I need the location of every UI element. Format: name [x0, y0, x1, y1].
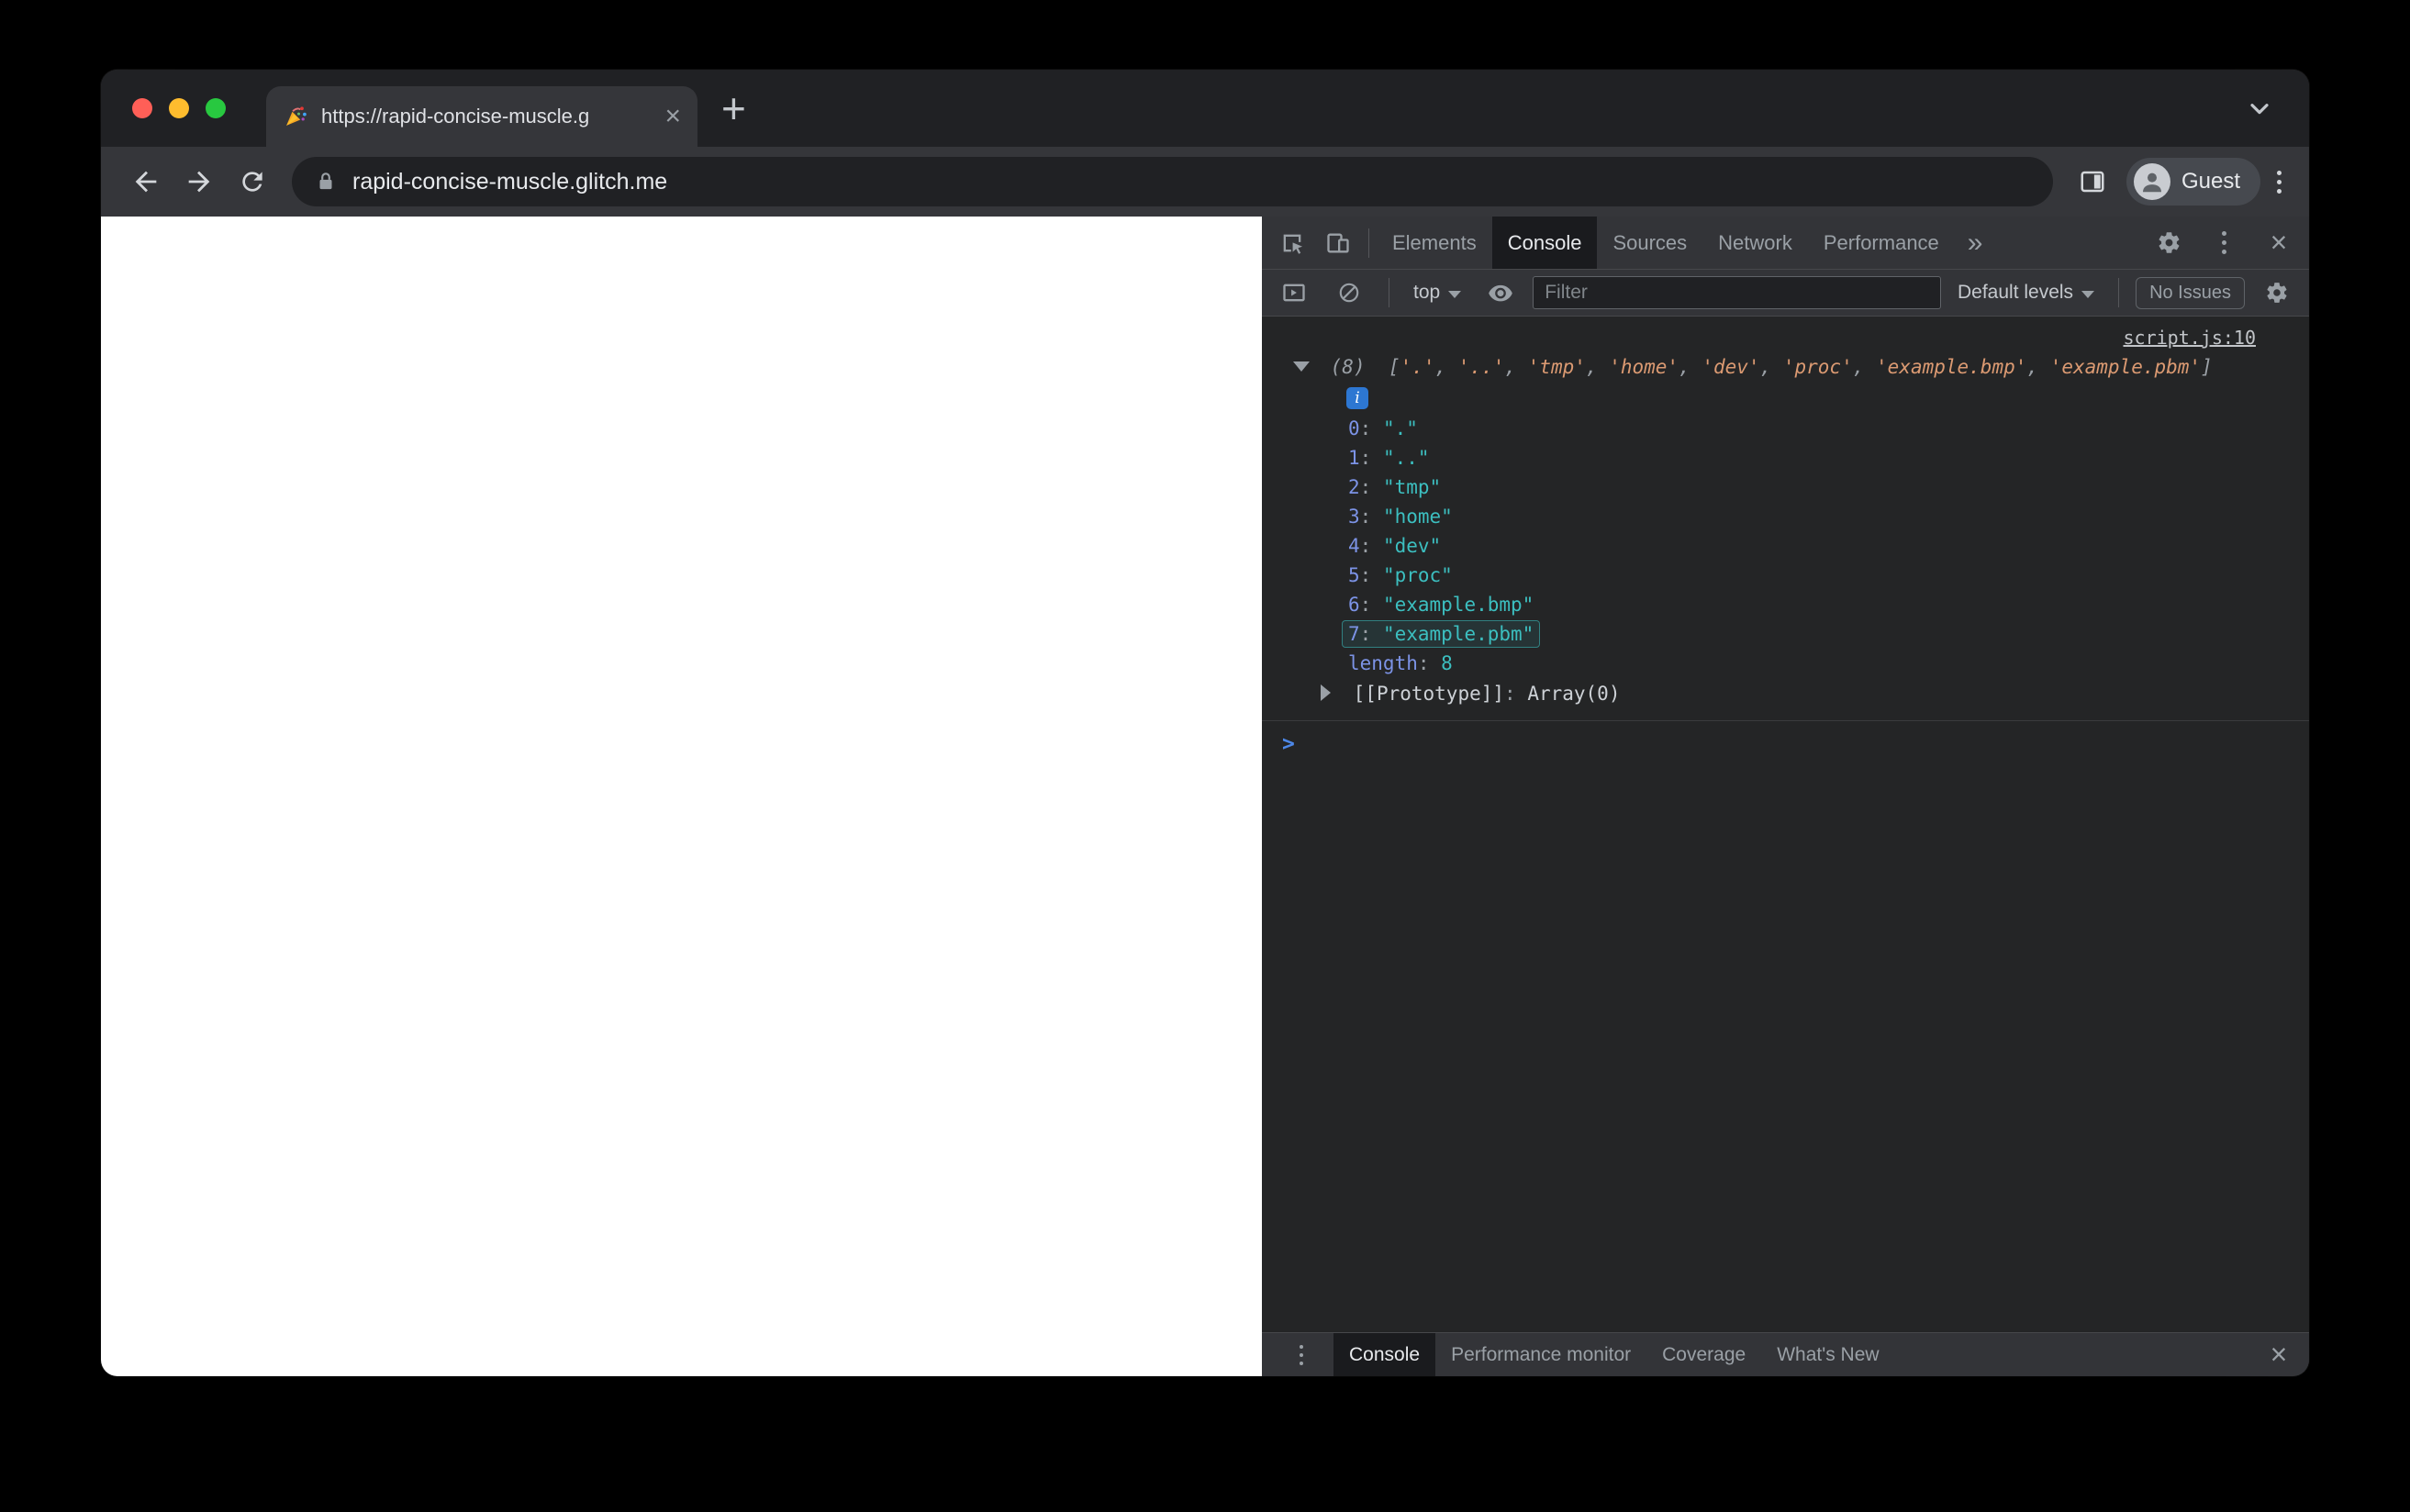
window-zoom-button[interactable]	[206, 98, 226, 118]
page-content	[101, 217, 1262, 1376]
browser-menu-button[interactable]	[2268, 170, 2291, 194]
context-selector[interactable]: top	[1406, 282, 1468, 304]
address-bar[interactable]: rapid-concise-muscle.glitch.me	[292, 157, 2053, 206]
source-link-row: script.js:10	[1262, 324, 2309, 351]
array-preview-row: (8) ['.', '..', 'tmp', 'home', 'dev', 'p…	[1262, 351, 2309, 383]
separator	[2118, 278, 2120, 307]
separator	[1368, 228, 1369, 258]
avatar	[2133, 163, 2170, 200]
more-tabs-button[interactable]: »	[1955, 228, 1996, 259]
length-key: length	[1348, 652, 1418, 674]
array-entry-row: 0: "."	[1348, 417, 1418, 439]
drawer-tab-whats-new[interactable]: What's New	[1761, 1333, 1894, 1376]
chevron-down-icon	[1448, 291, 1462, 298]
info-icon: i	[1346, 387, 1368, 409]
array-preview-items: '.', '..', 'tmp', 'home', 'dev', 'proc',…	[1400, 356, 2202, 378]
prototype-row: [[Prototype]]: Array(0)	[1262, 678, 2309, 709]
array-count: (8)	[1330, 356, 1366, 378]
console-output: script.js:10 (8) ['.', '..', 'tmp', 'hom…	[1262, 317, 2309, 1332]
devtools-settings-button[interactable]	[2146, 222, 2192, 264]
drawer-tab-console[interactable]: Console	[1333, 1333, 1436, 1376]
browser-toolbar: rapid-concise-muscle.glitch.me Guest	[101, 147, 2309, 217]
drawer-close-button[interactable]: ×	[2256, 1334, 2302, 1376]
devtools-menu-button[interactable]	[2192, 222, 2256, 264]
length-value: 8	[1441, 652, 1453, 674]
levels-label: Default levels	[1958, 282, 2074, 303]
devtools-close-button[interactable]: ×	[2256, 222, 2302, 264]
array-entry-row: 6: "example.bmp"	[1348, 594, 1534, 616]
bracket-close: ]	[2201, 356, 2213, 378]
browser-tab[interactable]: https://rapid-concise-muscle.g ×	[266, 86, 697, 147]
prototype-key: [[Prototype]]	[1353, 683, 1505, 705]
clear-console-button[interactable]	[1326, 272, 1372, 314]
tab-console[interactable]: Console	[1491, 217, 1598, 269]
devtools-panel: Elements Console Sources Network Perform…	[1262, 217, 2309, 1376]
back-button[interactable]	[119, 155, 173, 208]
devtools-drawer-bar: Console Performance monitor Coverage Wha…	[1262, 1332, 2309, 1376]
forward-button[interactable]	[173, 155, 226, 208]
drawer-menu-button[interactable]	[1269, 1334, 1333, 1376]
devtools-main-toolbar: Elements Console Sources Network Perform…	[1262, 217, 2309, 270]
array-entry-row: 7: "example.pbm"	[1262, 619, 2309, 649]
lock-icon	[314, 170, 338, 194]
inspect-element-button[interactable]	[1269, 222, 1315, 264]
live-expression-eye-button[interactable]	[1478, 272, 1523, 314]
context-selector-value: top	[1413, 282, 1441, 303]
side-panel-button[interactable]	[2066, 155, 2119, 208]
window-close-button[interactable]	[132, 98, 152, 118]
profile-chip[interactable]: Guest	[2125, 158, 2260, 206]
prompt-chevron-icon: >	[1282, 732, 1295, 756]
console-toolbar: top Default levels No Issues	[1262, 270, 2309, 317]
array-entry-row: 5: "proc"	[1348, 564, 1453, 586]
bracket-open: [	[1388, 356, 1400, 378]
array-entry-row: 3: "home"	[1348, 506, 1453, 528]
levels-dropdown[interactable]: Default levels	[1950, 282, 2102, 304]
profile-label: Guest	[2181, 169, 2240, 194]
tab-search-chevron-icon[interactable]	[2245, 94, 2274, 123]
new-tab-button[interactable]: +	[721, 87, 746, 129]
tab-title: https://rapid-concise-muscle.g	[321, 105, 590, 128]
array-entry-row: 2: "tmp"	[1348, 476, 1442, 498]
device-toolbar-button[interactable]	[1315, 222, 1361, 264]
disclosure-triangle-collapsed-icon[interactable]	[1321, 684, 1331, 701]
array-entry-row: 4: "dev"	[1348, 535, 1442, 557]
tab-close-icon[interactable]: ×	[664, 103, 681, 130]
array-length-row: length: 8	[1348, 652, 1453, 674]
info-row: i	[1262, 383, 2309, 414]
url-text: rapid-concise-muscle.glitch.me	[352, 168, 668, 195]
console-sidebar-toggle-icon[interactable]	[1271, 272, 1317, 314]
disclosure-triangle-expanded-icon[interactable]	[1293, 361, 1310, 372]
window-minimize-button[interactable]	[169, 98, 189, 118]
drawer-tab-coverage[interactable]: Coverage	[1646, 1333, 1761, 1376]
browser-window: https://rapid-concise-muscle.g × + rapid…	[101, 70, 2309, 1376]
drawer-tab-performance-monitor[interactable]: Performance monitor	[1435, 1333, 1646, 1376]
tab-elements[interactable]: Elements	[1377, 217, 1492, 269]
prototype-value: Array(0)	[1527, 683, 1621, 705]
array-entries: 0: "." 1: ".." 2: "tmp" 3: "home" 4: "dev" 5:…	[1262, 414, 2309, 649]
console-prompt[interactable]: >	[1262, 721, 2309, 756]
reload-button[interactable]	[226, 155, 279, 208]
tab-strip: https://rapid-concise-muscle.g × +	[101, 70, 2309, 147]
traffic-lights	[132, 98, 226, 118]
tab-sources[interactable]: Sources	[1597, 217, 1702, 269]
party-popper-favicon-icon	[283, 104, 308, 129]
array-entry-row: 1: ".."	[1348, 447, 1430, 469]
chevron-down-icon	[2081, 291, 2095, 298]
console-settings-button[interactable]	[2254, 272, 2300, 314]
tab-performance[interactable]: Performance	[1808, 217, 1955, 269]
tab-network[interactable]: Network	[1702, 217, 1808, 269]
issues-badge[interactable]: No Issues	[2136, 276, 2245, 309]
console-log-entry: script.js:10 (8) ['.', '..', 'tmp', 'hom…	[1262, 320, 2309, 721]
source-link[interactable]: script.js:10	[2124, 327, 2257, 349]
filter-input[interactable]	[1533, 276, 1941, 309]
window-content: Elements Console Sources Network Perform…	[101, 217, 2309, 1376]
